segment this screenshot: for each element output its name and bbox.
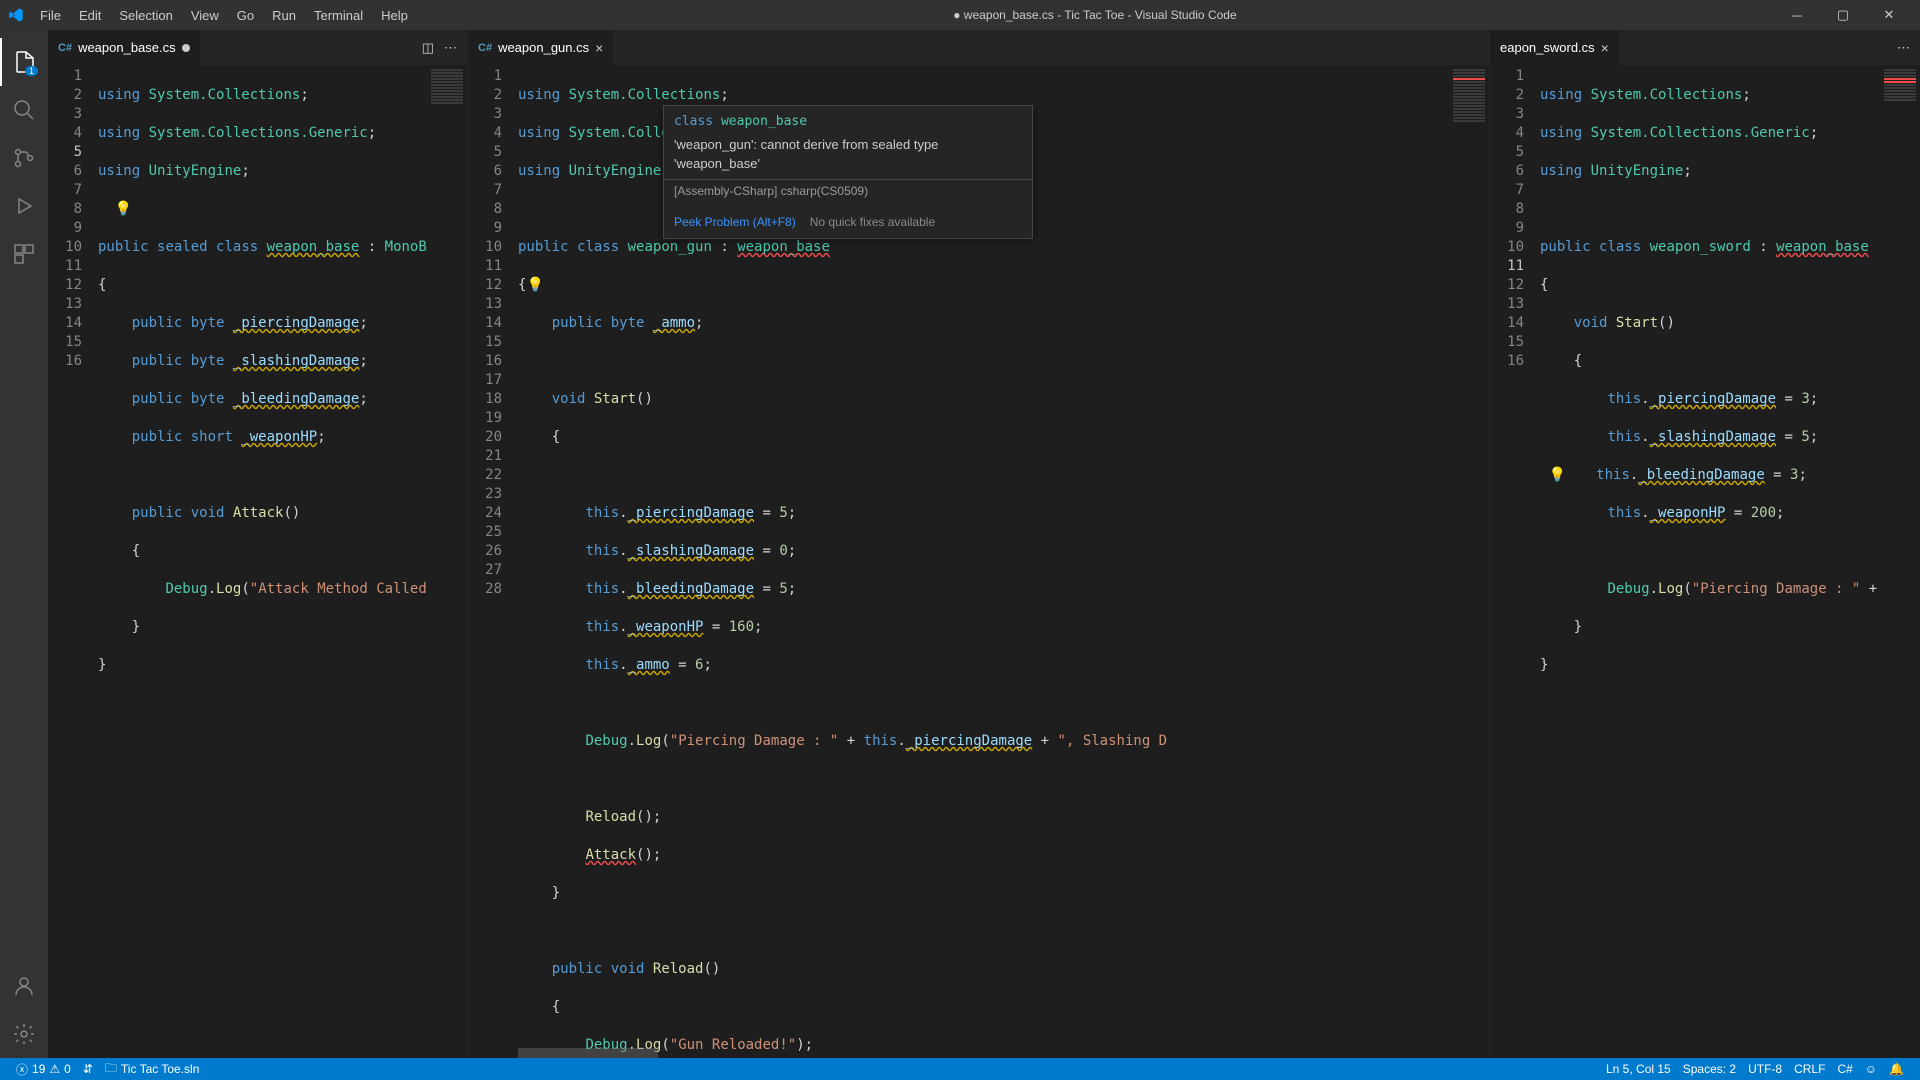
more-actions-icon[interactable]: ⋯ — [1897, 40, 1910, 56]
error-count-icon: ⓧ — [16, 1061, 28, 1078]
code-content[interactable]: using System.Collections; using System.C… — [98, 65, 427, 1058]
line-gutter: 1234 5678 9101112 13141516 — [48, 65, 98, 1058]
menu-file[interactable]: File — [32, 4, 69, 27]
vscode-logo-icon — [8, 7, 24, 23]
line-gutter: 1234 5678 9101112 13141516 — [1490, 65, 1540, 1058]
maximize-button[interactable]: ▢ — [1820, 0, 1866, 30]
code-content[interactable]: using System.Collections; using System.C… — [1540, 65, 1880, 1058]
close-button[interactable]: ✕ — [1866, 0, 1912, 30]
csharp-file-icon: C# — [478, 42, 492, 54]
split-editor-icon[interactable]: ◫ — [422, 40, 434, 56]
cursor-position[interactable]: Ln 5, Col 15 — [1600, 1062, 1677, 1076]
tab-label: eapon_sword.cs — [1500, 40, 1595, 55]
problems-status[interactable]: ⓧ19 ⚠0 — [10, 1058, 77, 1080]
lightbulb-icon[interactable]: 💡 — [526, 276, 540, 295]
extensions-icon[interactable] — [0, 230, 48, 278]
window-title: ● weapon_base.cs - Tic Tac Toe - Visual … — [416, 8, 1774, 22]
tab-label: weapon_base.cs — [78, 40, 176, 55]
source-control-icon[interactable] — [0, 134, 48, 182]
search-icon[interactable] — [0, 86, 48, 134]
tab-weapon-base[interactable]: C# weapon_base.cs — [48, 30, 201, 65]
menu-go[interactable]: Go — [229, 4, 262, 27]
menu-bar: File Edit Selection View Go Run Terminal… — [32, 4, 416, 27]
live-share-icon[interactable]: ⇵ — [77, 1058, 99, 1080]
minimap[interactable] — [1880, 65, 1920, 1058]
more-actions-icon[interactable]: ⋯ — [444, 40, 457, 56]
tab-bar-middle: C# weapon_gun.cs × — [468, 30, 1489, 65]
solution-status[interactable]: 🗀Tic Tac Toe.sln — [99, 1058, 206, 1080]
warning-count-icon: ⚠ — [49, 1062, 60, 1076]
run-debug-icon[interactable] — [0, 182, 48, 230]
encoding-status[interactable]: UTF-8 — [1742, 1062, 1788, 1076]
peek-problem-link[interactable]: Peek Problem (Alt+F8) — [674, 213, 796, 232]
folder-icon: 🗀 — [105, 1059, 117, 1080]
error-hover-popup: class weapon_base 'weapon_gun': cannot d… — [663, 105, 1033, 239]
menu-terminal[interactable]: Terminal — [306, 4, 371, 27]
accounts-icon[interactable] — [0, 962, 48, 1010]
close-tab-icon[interactable]: × — [1601, 40, 1609, 56]
tab-weapon-sword[interactable]: eapon_sword.cs × — [1490, 30, 1620, 65]
titlebar: File Edit Selection View Go Run Terminal… — [0, 0, 1920, 30]
minimize-button[interactable]: ─ — [1774, 0, 1820, 30]
csharp-file-icon: C# — [58, 42, 72, 54]
menu-selection[interactable]: Selection — [111, 4, 180, 27]
menu-edit[interactable]: Edit — [71, 4, 109, 27]
error-message: 'weapon_gun': cannot derive from sealed … — [664, 133, 1032, 180]
language-mode[interactable]: C# — [1831, 1062, 1858, 1076]
minimap[interactable] — [1449, 65, 1489, 1058]
menu-run[interactable]: Run — [264, 4, 304, 27]
explorer-icon[interactable]: 1 — [0, 38, 48, 86]
lightbulb-icon[interactable]: 💡 — [115, 200, 129, 219]
notifications-icon[interactable]: 🔔 — [1883, 1062, 1910, 1076]
feedback-icon[interactable]: ☺ — [1859, 1062, 1883, 1076]
line-gutter: 1234 5678 9101112 13141516 17181920 2122… — [468, 65, 518, 1058]
lightbulb-icon[interactable]: 💡 — [1548, 466, 1562, 485]
menu-help[interactable]: Help — [373, 4, 416, 27]
tab-bar-right: eapon_sword.cs × ⋯ — [1490, 30, 1920, 65]
explorer-badge: 1 — [25, 66, 38, 76]
minimap[interactable] — [427, 65, 467, 1058]
tab-weapon-gun[interactable]: C# weapon_gun.cs × — [468, 30, 614, 65]
activity-bar: 1 — [0, 30, 48, 1058]
menu-view[interactable]: View — [183, 4, 227, 27]
eol-status[interactable]: CRLF — [1788, 1062, 1831, 1076]
indentation-status[interactable]: Spaces: 2 — [1677, 1062, 1742, 1076]
settings-gear-icon[interactable] — [0, 1010, 48, 1058]
horizontal-scrollbar[interactable] — [518, 1048, 658, 1058]
close-tab-icon[interactable]: × — [595, 40, 603, 56]
dirty-indicator-icon — [182, 44, 190, 52]
statusbar: ⓧ19 ⚠0 ⇵ 🗀Tic Tac Toe.sln Ln 5, Col 15 S… — [0, 1058, 1920, 1080]
tab-label: weapon_gun.cs — [498, 40, 589, 55]
tab-bar-left: C# weapon_base.cs ◫ ⋯ — [48, 30, 467, 65]
no-quick-fix-label: No quick fixes available — [810, 213, 935, 232]
